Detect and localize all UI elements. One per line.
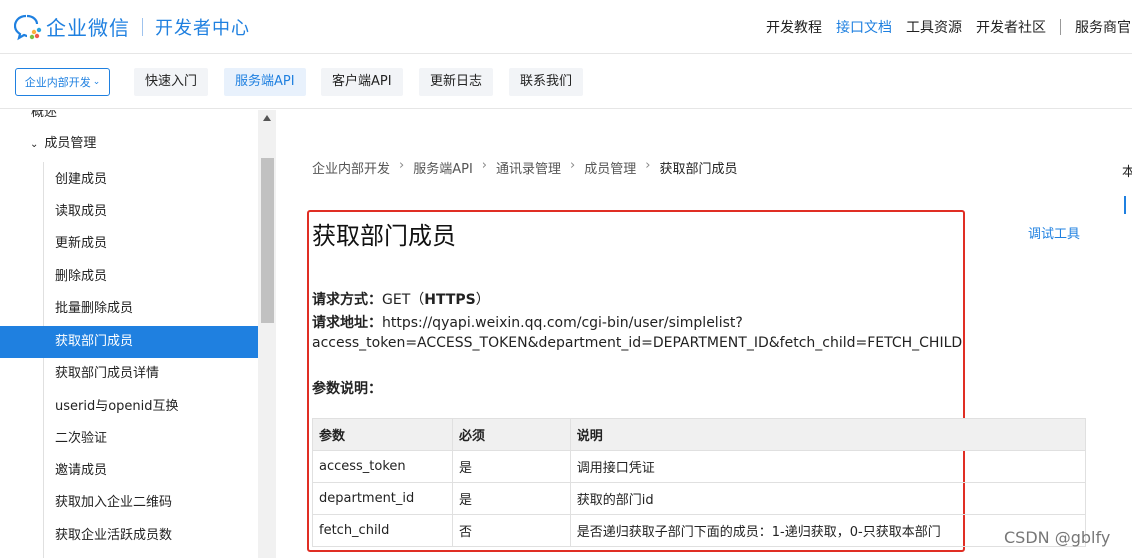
table-header: 说明	[569, 418, 1087, 451]
breadcrumb: 企业内部开发 › 服务端API › 通讯录管理 › 成员管理 › 获取部门成员	[312, 158, 737, 177]
nav-provider-site[interactable]: 服务商官网	[1075, 17, 1132, 37]
nav-dev-tutorial[interactable]: 开发教程	[766, 17, 822, 37]
table-header: 必须	[451, 418, 571, 451]
breadcrumb-item[interactable]: 通讯录管理	[496, 158, 561, 177]
chevron-down-icon: ⌄	[30, 139, 39, 150]
breadcrumb-item[interactable]: 成员管理	[584, 158, 636, 177]
logo-divider	[142, 17, 143, 36]
table-header-row: 参数 必须 说明	[312, 418, 1087, 451]
method-protocol: HTTPS	[424, 292, 476, 308]
chevron-down-icon: ⌄	[92, 77, 101, 87]
chevron-right-icon: ›	[645, 158, 651, 173]
nav-community[interactable]: 开发者社区	[976, 17, 1046, 37]
sub-nav-bar: 企业内部开发 ⌄ 快速入门 服务端API 客户端API 更新日志 联系我们	[0, 55, 1132, 109]
method-label: 请求方式：	[312, 292, 382, 308]
tab-server-api[interactable]: 服务端API	[224, 68, 306, 96]
sidebar-item-2fa[interactable]: 二次验证	[0, 423, 258, 455]
sidebar-item-create-member[interactable]: 创建成员	[0, 164, 258, 196]
table-cell: fetch_child	[312, 514, 453, 547]
sidebar-item-get-dept-member-details[interactable]: 获取部门成员详情	[0, 358, 258, 390]
sidebar-item-invite[interactable]: 邀请成员	[0, 455, 258, 487]
table-row: department_id 是 获取的部门id	[312, 482, 1087, 515]
table-cell: 获取的部门id	[569, 482, 1087, 515]
params-heading: 参数说明：	[312, 378, 382, 398]
sidebar-item-active-count[interactable]: 获取企业活跃成员数	[0, 520, 258, 552]
sidebar-item-update-member[interactable]: 更新成员	[0, 228, 258, 260]
nav-tools[interactable]: 工具资源	[906, 17, 962, 37]
table-header: 参数	[312, 418, 453, 451]
tab-quick-start[interactable]: 快速入门	[134, 68, 209, 96]
table-cell: 是	[451, 450, 571, 483]
method-value: GET（	[382, 292, 425, 308]
request-url: 请求地址：https://qyapi.weixin.qq.com/cgi-bin…	[312, 312, 743, 332]
sidebar-item-userid-openid[interactable]: userid与openid互换	[0, 391, 258, 423]
sidebar-scroll-thumb[interactable]	[261, 158, 274, 323]
breadcrumb-current: 获取部门成员	[659, 162, 738, 177]
table-row: fetch_child 否 是否递归获取子部门下面的成员：1-递归获取，0-只获…	[312, 514, 1087, 547]
sidebar-group-member-management[interactable]: ⌄ 成员管理	[0, 128, 258, 160]
params-table: 参数 必须 说明 access_token 是 调用接口凭证 departmen…	[312, 418, 1087, 547]
sidebar-item-get-dept-members[interactable]: 获取部门成员	[0, 326, 258, 358]
url-line-1: https://qyapi.weixin.qq.com/cgi-bin/user…	[382, 315, 743, 331]
wecom-logo-icon	[13, 13, 44, 41]
top-header: 企业微信 开发者中心 开发教程 接口文档 工具资源 开发者社区 服务商官网	[0, 0, 1132, 54]
dev-type-label: 企业内部开发	[24, 76, 91, 89]
params-label: 参数说明：	[312, 381, 382, 397]
table-cell: 是	[451, 482, 571, 515]
toc-indicator	[1124, 196, 1126, 214]
nav-divider	[1060, 19, 1061, 35]
sidebar-item-delete-member[interactable]: 删除成员	[0, 261, 258, 293]
chevron-right-icon: ›	[399, 158, 405, 173]
sidebar-item-overview[interactable]: 概述	[0, 110, 258, 129]
tab-client-api[interactable]: 客户端API	[321, 68, 403, 96]
table-cell: 否	[451, 514, 571, 547]
sidebar-item-join-qrcode[interactable]: 获取加入企业二维码	[0, 487, 258, 519]
brand-name: 企业微信	[46, 16, 130, 40]
watermark: CSDN @gblfy	[1004, 528, 1111, 547]
nav-api-docs[interactable]: 接口文档	[836, 17, 892, 37]
sidebar: 概述 ⌄ 成员管理 创建成员 读取成员 更新成员 删除成员 批量删除成员 获取部门…	[0, 110, 276, 558]
method-end: ）	[475, 292, 490, 308]
chevron-right-icon: ›	[570, 158, 576, 173]
scroll-up-arrow-icon[interactable]	[263, 115, 271, 121]
sidebar-item-batch-delete[interactable]: 批量删除成员	[0, 293, 258, 325]
page-title: 获取部门成员	[312, 222, 456, 250]
chevron-right-icon: ›	[481, 158, 487, 173]
tab-changelog[interactable]: 更新日志	[419, 68, 494, 96]
dev-type-selector[interactable]: 企业内部开发 ⌄	[15, 68, 110, 96]
breadcrumb-item[interactable]: 服务端API	[413, 158, 473, 177]
sidebar-item-read-member[interactable]: 读取成员	[0, 196, 258, 228]
table-row: access_token 是 调用接口凭证	[312, 450, 1087, 483]
toc-fragment: 本	[1122, 165, 1132, 180]
sidebar-group-label: 成员管理	[44, 136, 97, 151]
debug-tool-link[interactable]: 调试工具	[1028, 223, 1080, 242]
request-url-cont: access_token=ACCESS_TOKEN&department_id=…	[312, 335, 963, 351]
url-label: 请求地址：	[312, 315, 382, 331]
table-cell: department_id	[312, 482, 453, 515]
tab-contact[interactable]: 联系我们	[509, 68, 584, 96]
request-method: 请求方式：GET（HTTPS）	[312, 289, 490, 309]
logo[interactable]: 企业微信 开发者中心	[13, 12, 250, 41]
top-nav: 开发教程 接口文档 工具资源 开发者社区 服务商官网	[766, 17, 1132, 37]
table-cell: access_token	[312, 450, 453, 483]
breadcrumb-item[interactable]: 企业内部开发	[312, 158, 390, 177]
table-cell: 调用接口凭证	[569, 450, 1087, 483]
site-subtitle: 开发者中心	[155, 17, 250, 39]
